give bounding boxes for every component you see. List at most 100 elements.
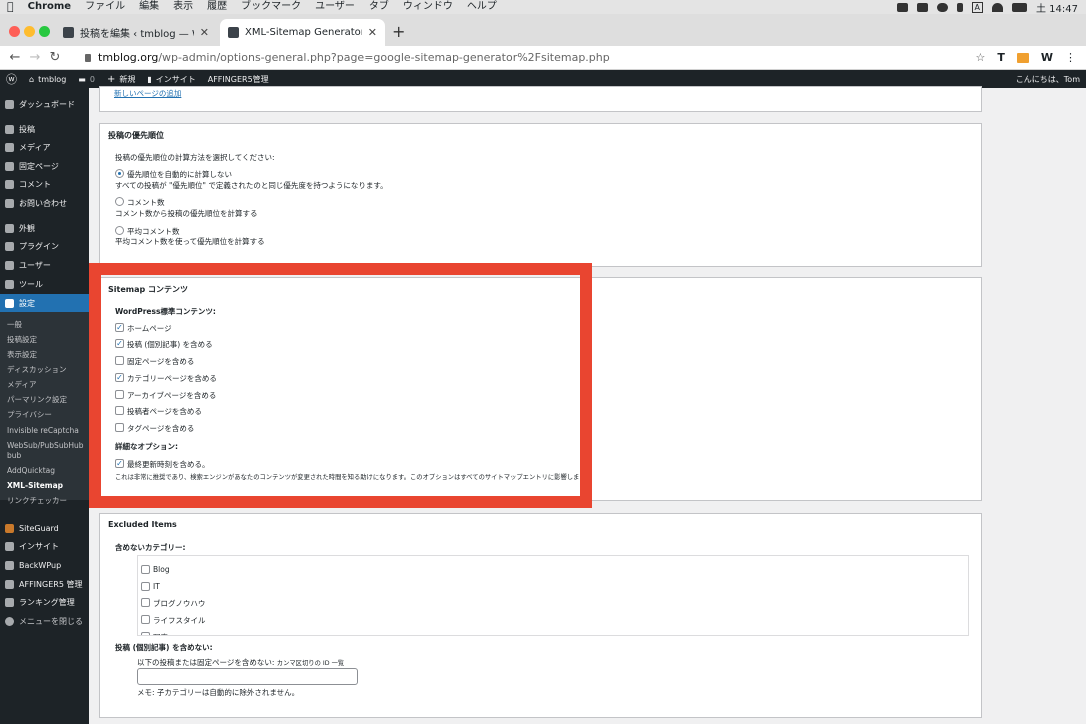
include-tags-checkbox[interactable]	[115, 423, 124, 432]
exclude-category-checkbox[interactable]	[141, 565, 150, 574]
sidebar-item-media[interactable]: メディア	[0, 139, 89, 155]
sidebar-item-siteguard[interactable]: SiteGuard	[0, 520, 89, 536]
submenu-permalink[interactable]: パーマリンク設定	[0, 395, 89, 405]
close-window-button[interactable]	[9, 26, 20, 37]
sidebar-item-settings[interactable]: 設定	[0, 294, 89, 312]
lock-icon[interactable]	[85, 53, 91, 62]
app-menu[interactable]: Chrome	[21, 0, 78, 14]
sidebar-item-label: ランキング管理	[19, 597, 75, 607]
sidebar-item-posts[interactable]: 投稿	[0, 121, 89, 137]
exclude-category-checkbox[interactable]	[141, 582, 150, 591]
url-field[interactable]: tmblog.org/wp-admin/options-general.php?…	[85, 51, 610, 64]
battery-icon[interactable]	[1012, 2, 1027, 12]
menu-tab[interactable]: タブ	[362, 0, 396, 14]
hint-text: 以下の投稿または固定ページを含めない:	[137, 658, 275, 667]
extension-t-icon[interactable]: T	[997, 51, 1005, 64]
include-lastmod-checkbox[interactable]: ✓	[115, 459, 124, 468]
submenu-xml-sitemap[interactable]: XML-Sitemap	[0, 481, 89, 491]
sidebar-item-affinger[interactable]: AFFINGER5 管理	[0, 576, 89, 592]
sidebar-item-pages[interactable]: 固定ページ	[0, 158, 89, 174]
include-pages-checkbox[interactable]	[115, 356, 124, 365]
input-method-indicator[interactable]: A	[971, 1, 983, 13]
exclude-category-checkbox[interactable]	[141, 598, 150, 607]
include-categories-checkbox[interactable]: ✓	[115, 373, 124, 382]
category-list[interactable]: Blog IT ブログノウハウ ライフスタイル 写真	[137, 555, 969, 636]
collapse-icon	[5, 616, 14, 626]
extension-w-icon[interactable]: W	[1041, 51, 1053, 64]
bluetooth-icon[interactable]	[956, 2, 963, 12]
rocket-icon[interactable]	[896, 2, 908, 12]
sidebar-item-plugins[interactable]: プラグイン	[0, 238, 89, 254]
sidebar-item-tools[interactable]: ツール	[0, 276, 89, 292]
submenu-discussion[interactable]: ディスカッション	[0, 365, 89, 375]
priority-radio-average[interactable]	[115, 226, 124, 235]
sidebar-item-users[interactable]: ユーザー	[0, 257, 89, 273]
close-tab-icon[interactable]: ✕	[200, 26, 209, 39]
menu-help[interactable]: ヘルプ	[460, 0, 504, 14]
submenu-websub[interactable]: WebSub/PubSubHub	[0, 441, 89, 451]
sidebar-item-label: メディア	[19, 142, 51, 152]
submenu-general[interactable]: 一般	[0, 320, 89, 330]
forward-icon[interactable]: →	[25, 50, 45, 65]
priority-radio-none[interactable]	[115, 169, 124, 178]
advanced-options-label: 詳細なオプション:	[115, 442, 178, 451]
menu-users[interactable]: ユーザー	[308, 0, 362, 14]
wordpress-logo-icon[interactable]: ⓦ	[0, 71, 23, 87]
minimize-window-button[interactable]	[24, 26, 35, 37]
sidebar-item-label: 投稿	[19, 124, 35, 134]
priority-radio-comments[interactable]	[115, 197, 124, 206]
sidebar-item-contact[interactable]: お問い合わせ	[0, 195, 89, 211]
submenu-addquicktag[interactable]: AddQuicktag	[0, 466, 89, 476]
more-icon[interactable]: ⋮	[1065, 51, 1076, 64]
new-tab-button[interactable]: +	[392, 22, 405, 41]
affinger-admin-link[interactable]: AFFINGER5管理	[202, 74, 275, 85]
bookmark-star-icon[interactable]: ☆	[975, 51, 985, 64]
sidebar-item-insight[interactable]: インサイト	[0, 538, 89, 554]
menu-bookmarks[interactable]: ブックマーク	[234, 0, 308, 14]
include-posts-checkbox[interactable]: ✓	[115, 339, 124, 348]
include-home-checkbox[interactable]: ✓	[115, 323, 124, 332]
sidebar-item-ranking[interactable]: ランキング管理	[0, 594, 89, 610]
menu-view[interactable]: 表示	[166, 0, 200, 14]
extension-grid-icon[interactable]	[1016, 52, 1029, 63]
close-tab-icon[interactable]: ✕	[368, 26, 377, 39]
exclude-posts-label: 投稿 (個別記事) を含めない:	[115, 643, 213, 652]
exclude-category-checkbox[interactable]	[141, 615, 150, 624]
tab-xml-sitemap[interactable]: XML-Sitemap Generator ‹ tmblog ✕	[220, 19, 385, 46]
sidebar-item-dashboard[interactable]: ダッシュボード	[0, 96, 89, 112]
collapse-menu-button[interactable]: メニューを閉じる	[0, 613, 89, 629]
clock[interactable]: 土 14:47	[1036, 0, 1078, 15]
menu-window[interactable]: ウィンドウ	[396, 0, 460, 14]
back-icon[interactable]: ←	[5, 50, 25, 65]
exclude-posts-input[interactable]	[137, 668, 358, 685]
submenu-invisible-recaptcha[interactable]: Invisible reCaptcha	[0, 426, 89, 436]
sidebar-item-appearance[interactable]: 外観	[0, 220, 89, 236]
insight-link[interactable]: ▮ インサイト	[141, 74, 201, 85]
comments-link[interactable]: ▬ 0	[72, 75, 101, 84]
sidebar-item-backwpup[interactable]: BackWPup	[0, 557, 89, 573]
menu-file[interactable]: ファイル	[78, 0, 132, 14]
cloud-icon[interactable]	[936, 2, 948, 12]
site-name-link[interactable]: ⌂ tmblog	[23, 75, 72, 84]
reload-icon[interactable]: ↻	[45, 50, 65, 65]
submenu-writing[interactable]: 投稿設定	[0, 335, 89, 345]
wifi-icon[interactable]	[992, 2, 1003, 12]
menu-history[interactable]: 履歴	[200, 0, 234, 14]
new-content-link[interactable]: + 新規	[101, 74, 141, 85]
submenu-websub-cont[interactable]: bub	[0, 451, 89, 461]
menu-edit[interactable]: 編集	[132, 0, 166, 14]
submenu-media[interactable]: メディア	[0, 380, 89, 390]
exclude-category-checkbox[interactable]	[141, 632, 150, 635]
tab-edit-post[interactable]: 投稿を編集 ‹ tmblog — WordPress ✕	[55, 19, 217, 46]
account-greeting[interactable]: こんにちは、Tom	[1010, 74, 1086, 85]
sync-icon[interactable]	[916, 2, 928, 12]
submenu-link-checker[interactable]: リンクチェッカー	[0, 496, 89, 506]
apple-icon[interactable]: 	[0, 0, 21, 14]
zoom-window-button[interactable]	[39, 26, 50, 37]
sidebar-item-comments[interactable]: コメント	[0, 176, 89, 192]
submenu-reading[interactable]: 表示設定	[0, 350, 89, 360]
include-authors-checkbox[interactable]	[115, 406, 124, 415]
submenu-privacy[interactable]: プライバシー	[0, 410, 89, 420]
add-new-page-link[interactable]: 新しいページの追加	[114, 88, 181, 99]
include-archives-checkbox[interactable]	[115, 390, 124, 399]
